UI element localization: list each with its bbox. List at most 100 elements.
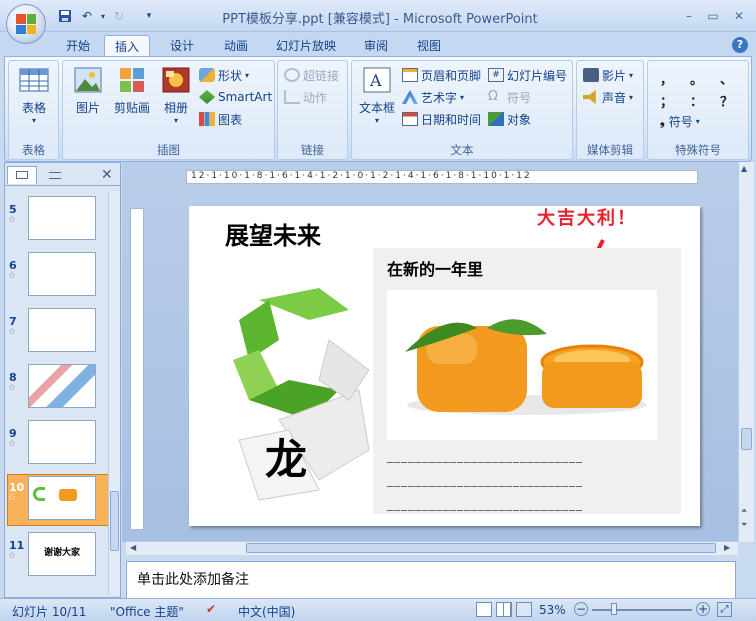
thumb-text: 谢谢大家 <box>43 548 80 558</box>
symbol-period[interactable]: 。 <box>690 69 703 88</box>
window-title: PPT模板分享.ppt [兼容模式] - Microsoft PowerPoin… <box>222 12 538 27</box>
action-label: 动作 <box>303 90 328 105</box>
tab-view[interactable]: 视图 <box>407 35 451 56</box>
object-button[interactable]: 对象 <box>488 109 531 129</box>
group-special-symbols: ， 。 、 ； ： ？ ❟ 符号 ▾ 特殊符号 <box>647 60 749 160</box>
symbol-comma[interactable]: ， <box>660 69 673 88</box>
slide-thumbnail-6[interactable] <box>28 252 96 296</box>
tab-slideshow[interactable]: 幻灯片放映 <box>266 35 346 56</box>
scroll-up-icon[interactable]: ▲ <box>741 164 747 173</box>
slide-thumbnail-9[interactable] <box>28 420 96 464</box>
spellcheck-icon[interactable]: ✔ <box>206 602 222 616</box>
help-icon[interactable]: ? <box>732 37 748 53</box>
save-icon[interactable] <box>56 8 74 24</box>
tab-review[interactable]: 审阅 <box>354 35 398 56</box>
fit-to-window-icon[interactable]: ⤢ <box>717 602 732 617</box>
dropdown-arrow-icon: ▾ <box>173 116 178 125</box>
redo-icon[interactable]: ↻ <box>110 8 128 24</box>
action-icon <box>284 90 300 104</box>
tab-home[interactable]: 开始 <box>56 35 100 56</box>
movie-button[interactable]: 影片 ▾ <box>583 65 633 85</box>
sound-button[interactable]: 声音 ▾ <box>583 87 633 107</box>
slide-thumbnail-11[interactable]: 谢谢大家 <box>28 532 96 576</box>
slide-thumbnail-7[interactable] <box>28 308 96 352</box>
smartart-button[interactable]: SmartArt <box>199 87 272 107</box>
zoom-slider-thumb[interactable] <box>611 603 617 615</box>
dragon-character[interactable]: 龙 <box>265 426 307 487</box>
slide-title[interactable]: 展望未来 <box>225 216 321 251</box>
dropdown-arrow-icon: ▾ <box>31 116 36 125</box>
slide-thumbnail-5[interactable] <box>28 196 96 240</box>
animation-star-icon: ☆ <box>8 493 17 503</box>
normal-view-icon[interactable] <box>476 602 492 617</box>
content-subtitle[interactable]: 在新的一年里 <box>387 256 483 280</box>
textbox-button[interactable]: A 文本框 ▾ <box>356 65 398 143</box>
prev-slide-icon[interactable]: ⏶ <box>741 506 747 516</box>
blank-lines[interactable]: ____________________________ ___________… <box>387 444 583 516</box>
symbol-colon[interactable]: ： <box>690 91 703 110</box>
album-button[interactable]: 相册 ▾ <box>157 65 195 143</box>
action-button[interactable]: 动作 <box>284 87 327 107</box>
datetime-label: 日期和时间 <box>421 112 482 127</box>
symbol-semicolon[interactable]: ； <box>660 91 673 110</box>
header-footer-label: 页眉和页脚 <box>421 68 482 83</box>
zoom-slider-track[interactable] <box>592 609 692 611</box>
slide-thumbnail-8[interactable] <box>28 364 96 408</box>
scroll-thumb[interactable] <box>741 428 752 450</box>
vertical-scrollbar[interactable]: ▲ ⏶ ⏷ <box>738 162 754 542</box>
shapes-icon <box>199 68 215 82</box>
slide-number-button[interactable]: # 幻灯片编号 <box>488 65 567 85</box>
symbol-enumeration-comma[interactable]: 、 <box>720 69 733 88</box>
symbol-question[interactable]: ？ <box>720 91 733 110</box>
slide-canvas[interactable]: 展望未来 大吉大利！ 在新的一年里 ______________________… <box>189 206 700 526</box>
clipart-button[interactable]: 剪贴画 <box>109 65 155 143</box>
next-slide-icon[interactable]: ⏷ <box>741 520 747 530</box>
scroll-thumb[interactable] <box>246 543 716 553</box>
minimize-icon[interactable]: – <box>678 8 700 24</box>
slides-pane-scrollbar[interactable] <box>108 191 120 595</box>
tab-insert[interactable]: 插入 <box>104 35 151 56</box>
tab-animation[interactable]: 动画 <box>214 35 258 56</box>
hyperlink-button[interactable]: 超链接 <box>284 65 339 85</box>
close-icon[interactable]: ✕ <box>728 8 750 24</box>
office-button[interactable] <box>6 4 46 44</box>
notes-pane[interactable]: 单击此处添加备注 <box>126 561 736 599</box>
orange-image <box>405 319 647 415</box>
restore-icon[interactable]: ▭ <box>702 8 724 24</box>
scroll-thumb[interactable] <box>110 491 119 551</box>
horizontal-ruler: 12·1·10·1·8·1·6·1·4·1·2·1·0·1·2·1·4·1·6·… <box>186 170 698 184</box>
shapes-button[interactable]: 形状 ▾ <box>199 65 249 85</box>
wordart-button[interactable]: 艺术字 ▾ <box>402 87 464 107</box>
horizontal-scrollbar[interactable]: ◀ ▶ <box>126 541 738 555</box>
header-footer-button[interactable]: 页眉和页脚 <box>402 65 481 85</box>
slide-sorter-view-icon[interactable] <box>496 602 512 617</box>
group-media: 影片 ▾ 声音 ▾ 媒体剪辑 <box>576 60 644 160</box>
zoom-in-icon[interactable]: + <box>696 602 710 616</box>
wordart-icon <box>402 90 418 104</box>
picture-button[interactable]: 图片 <box>69 65 107 143</box>
slides-tab[interactable] <box>7 166 37 184</box>
chart-button[interactable]: 图表 <box>199 109 242 129</box>
orange-picture[interactable] <box>387 290 657 440</box>
table-button[interactable]: 表格 ▾ <box>15 65 53 143</box>
language-indicator[interactable]: 中文(中国) <box>238 603 295 620</box>
slideshow-view-icon[interactable] <box>516 602 532 617</box>
office-logo-icon <box>16 14 36 34</box>
scroll-left-icon[interactable]: ◀ <box>130 543 136 552</box>
datetime-button[interactable]: 日期和时间 <box>402 109 481 129</box>
dropdown-arrow-icon: ▾ <box>629 70 634 80</box>
shapes-label: 形状 <box>218 68 243 83</box>
slide-thumbnail-10[interactable] <box>28 476 96 520</box>
annotation-text[interactable]: 大吉大利！ <box>537 204 637 230</box>
tab-design[interactable]: 设计 <box>160 35 204 56</box>
outline-tab[interactable] <box>41 168 71 184</box>
movie-icon <box>583 68 599 82</box>
symbol-button[interactable]: Ω 符号 <box>488 87 531 107</box>
special-symbol-button[interactable]: ❟ 符号 ▾ <box>660 111 700 131</box>
table-icon <box>19 68 49 92</box>
zoom-out-icon[interactable]: − <box>574 602 588 616</box>
scroll-right-icon[interactable]: ▶ <box>724 543 730 552</box>
animation-star-icon: ☆ <box>8 327 17 337</box>
close-pane-icon[interactable]: ✕ <box>101 167 113 183</box>
zoom-level[interactable]: 53% <box>539 603 566 617</box>
